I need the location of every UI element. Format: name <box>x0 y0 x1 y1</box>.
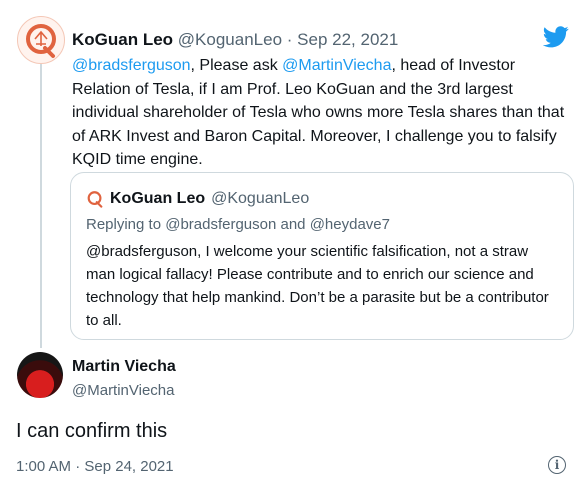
koguan-avatar[interactable] <box>17 16 65 64</box>
twitter-bird-icon[interactable] <box>543 26 569 48</box>
mention-link[interactable]: @bradsferguson <box>72 57 191 74</box>
thread-connector-line <box>40 64 42 348</box>
reply-author-handle[interactable]: @MartinViecha <box>72 382 175 399</box>
quoted-author-handle: @KoguanLeo <box>211 190 310 207</box>
tweet-header: KoGuan Leo @KoguanLeo · Sep 22, 2021 <box>72 30 398 50</box>
reply-timestamp[interactable]: 1:00 AM · Sep 24, 2021 <box>16 458 174 475</box>
tweet-text-part: , Please ask <box>190 57 283 74</box>
quoted-tweet-text: @bradsferguson, I welcome your scientifi… <box>86 243 549 329</box>
mention-link[interactable]: @MartinViecha <box>282 57 391 74</box>
info-icon[interactable]: i <box>548 456 566 474</box>
koguan-logo-icon <box>87 191 103 208</box>
author-handle[interactable]: @KoguanLeo <box>178 30 282 49</box>
koguan-logo-icon <box>26 24 56 58</box>
reply-text: I can confirm this <box>16 420 168 442</box>
tweet-date[interactable]: Sep 22, 2021 <box>297 30 398 49</box>
martin-avatar[interactable] <box>17 352 63 398</box>
quoted-author-name: KoGuan Leo <box>110 190 206 207</box>
separator: · <box>286 30 293 49</box>
replying-to-label: Replying to @bradsferguson and @heydave7 <box>86 216 390 233</box>
reply-author-name[interactable]: Martin Viecha <box>72 358 176 376</box>
tweet-body: @bradsferguson, Please ask @MartinViecha… <box>72 54 572 172</box>
author-name[interactable]: KoGuan Leo <box>72 30 173 49</box>
quoted-tweet-header: KoGuan Leo @KoguanLeo <box>86 190 309 208</box>
